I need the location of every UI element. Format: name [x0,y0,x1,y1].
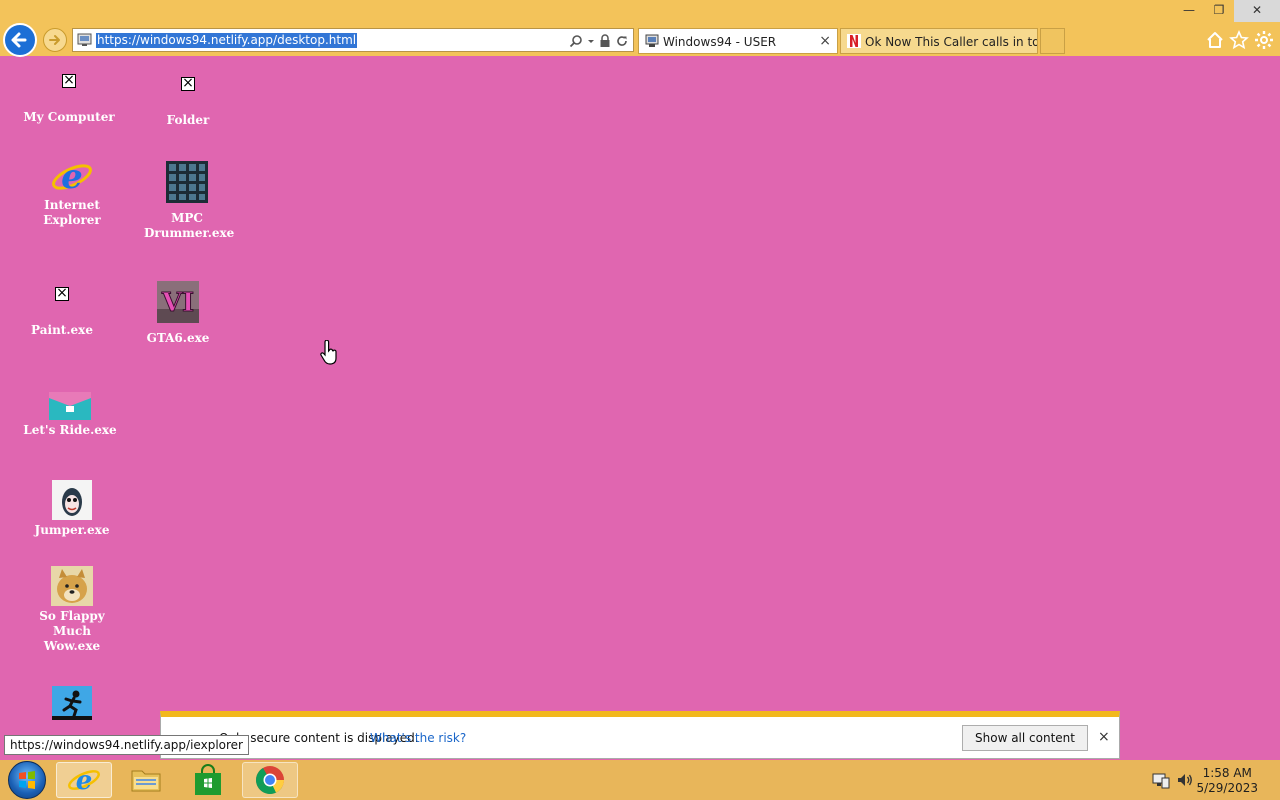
back-button[interactable] [3,23,37,57]
icon-so-flappy[interactable]: So Flappy Much Wow.exe [22,566,122,654]
address-text[interactable]: https://windows94.netlify.app/desktop.ht… [96,33,358,48]
icon-label: Folder [166,113,210,127]
network-icon[interactable] [1152,771,1170,789]
svg-text:e: e [76,766,93,796]
icon-label: Paint.exe [31,323,93,337]
show-all-content-button[interactable]: Show all content [962,725,1088,751]
clock-time: 1:58 AM [1202,766,1252,780]
taskbar-store[interactable] [180,762,236,798]
netflix-favicon-icon [847,34,861,48]
icon-my-computer[interactable]: My Computer [19,72,119,125]
tab-windows94[interactable]: Windows94 - USER × [638,28,838,54]
star-icon[interactable] [1229,30,1249,50]
windows-logo-icon [19,771,35,789]
icon-gta6[interactable]: VI GTA6.exe [128,281,228,346]
security-notification-bar: Only secure content is displayed. What's… [160,711,1120,759]
icon-label: Jumper.exe [34,523,110,537]
refresh-icon[interactable] [615,34,629,48]
forward-arrow-icon [49,35,60,45]
tab-label: Windows94 - USER [663,35,777,49]
broken-image-icon [55,285,69,301]
broken-image-icon [181,75,195,91]
start-button[interactable] [8,761,46,799]
gta6-logo-icon: VI [157,281,199,323]
icon-lets-ride[interactable]: Let's Ride.exe [20,392,120,438]
clock-date: 5/29/2023 [1196,781,1258,795]
minimize-button[interactable]: — [1174,0,1204,22]
new-tab-button[interactable] [1040,28,1065,54]
icon-mpc-drummer[interactable]: MPC Drummer.exe [137,161,237,241]
icon-jumper[interactable]: Jumper.exe [22,480,122,538]
motorcycle-game-icon [49,392,91,420]
computer-favicon-icon [645,34,659,47]
store-bag-icon [195,764,221,795]
drum-pad-icon [166,161,208,203]
tab-netflix[interactable]: Ok Now This Caller calls in to f... [840,28,1038,54]
taskbar-file-explorer[interactable] [118,762,174,798]
icon-runner[interactable] [22,686,122,720]
browser-toolbar: https://windows94.netlify.app/desktop.ht… [0,0,1280,57]
icon-label: GTA6.exe [146,331,210,345]
broken-image-icon [62,72,76,88]
notification-close-button[interactable]: × [1098,729,1110,745]
restore-button[interactable]: ❐ [1204,0,1234,22]
taskbar: e 1:58 AM 5/29/2023 [0,760,1280,800]
address-bar[interactable]: https://windows94.netlify.app/desktop.ht… [72,28,634,52]
clock[interactable]: 1:58 AM 5/29/2023 [1196,766,1258,796]
home-icon[interactable] [1205,30,1225,50]
search-icon[interactable] [569,34,583,48]
svg-text:e: e [61,157,83,197]
icon-label: So Flappy Much Wow.exe [39,609,105,653]
internet-explorer-icon: e [52,157,92,197]
volume-icon[interactable] [1176,771,1194,789]
tab-close-button[interactable]: × [819,33,831,49]
gear-icon[interactable] [1254,30,1274,50]
icon-folder[interactable]: Folder [138,75,238,128]
doge-icon [51,566,93,606]
back-arrow-icon [11,32,27,48]
tab-label: Ok Now This Caller calls in to f... [865,35,1037,49]
icon-paint[interactable]: Paint.exe [12,285,112,338]
status-url-tooltip: https://windows94.netlify.app/iexplorer [4,735,249,755]
page-icon [77,33,92,46]
jumper-character-icon [52,480,92,520]
folder-icon [131,770,161,792]
chrome-icon [256,766,284,794]
icon-label: MPC Drummer.exe [144,211,235,240]
icon-label: Let's Ride.exe [23,423,117,437]
close-button[interactable]: ✕ [1234,0,1280,22]
icon-internet-explorer[interactable]: e Internet Explorer [22,156,122,228]
taskbar-internet-explorer[interactable]: e [56,762,112,798]
icon-label: Internet Explorer [43,198,101,227]
lock-icon[interactable] [599,34,611,48]
whats-the-risk-link[interactable]: What's the risk? [370,731,466,745]
forward-button[interactable] [43,28,67,52]
taskbar-chrome[interactable] [242,762,298,798]
chevron-down-icon[interactable] [587,34,595,48]
svg-text:VI: VI [161,288,194,318]
icon-label: My Computer [23,110,115,124]
hand-cursor-icon [320,340,337,365]
internet-explorer-icon: e [68,766,100,796]
runner-game-icon [52,686,92,720]
